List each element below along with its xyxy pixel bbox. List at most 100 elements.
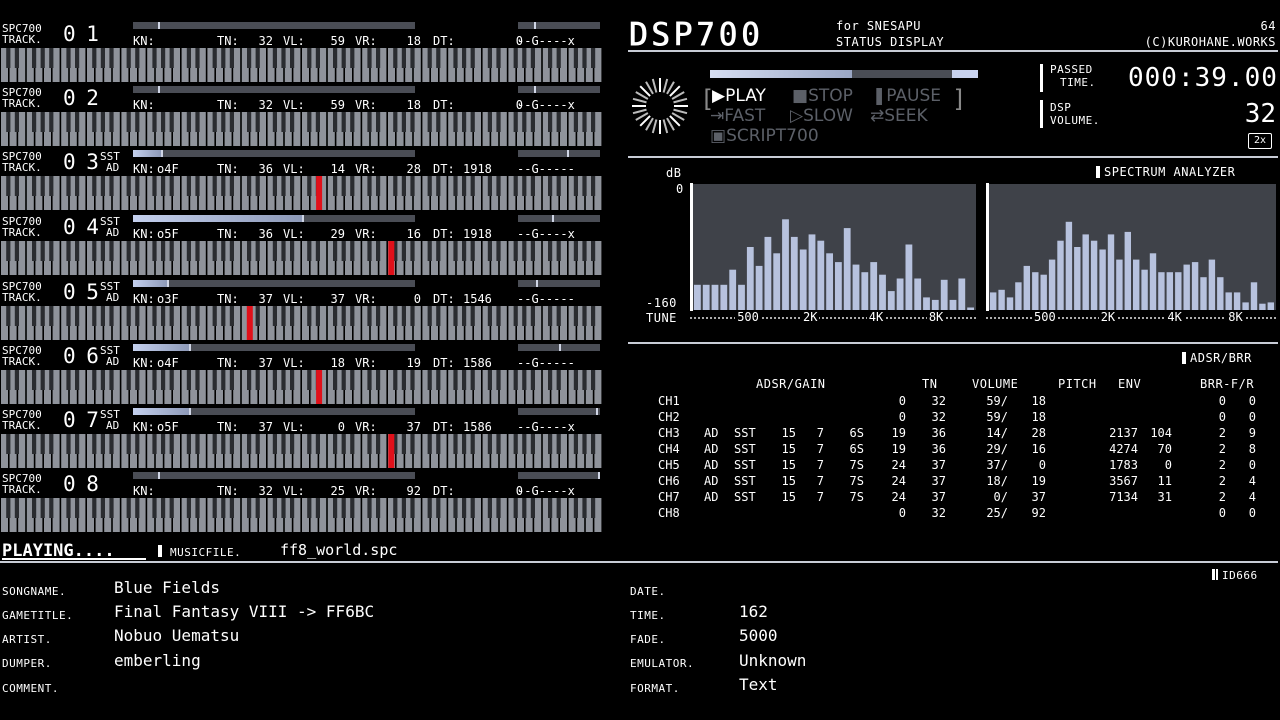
track-label: SPC700 TRACK.	[2, 23, 42, 45]
slow-button[interactable]: ▷SLOW	[790, 107, 853, 125]
black-key	[221, 176, 226, 196]
track-number[interactable]: 0 6	[63, 346, 99, 367]
black-key	[530, 176, 535, 196]
track-piano-keys	[0, 112, 602, 148]
track-number[interactable]: 0 3	[63, 152, 99, 173]
track-ad-label: AD	[106, 226, 120, 239]
track-vr-value: 19	[406, 356, 421, 370]
adsr-cell-r: 0	[1248, 458, 1256, 472]
fast-button[interactable]: ⇥FAST	[710, 107, 765, 125]
adsr-cell-sst: SST	[734, 442, 756, 456]
track-params: KN: o5F TN: 37 VL: 0 VR: 37 DT: 1586 --G----x	[133, 420, 602, 434]
track-kn-label: KN:	[133, 227, 155, 241]
seek-button[interactable]: ⇄SEEK	[870, 107, 928, 125]
spectrum-bar	[1259, 303, 1266, 310]
white-key	[379, 241, 387, 275]
time-label: TIME.	[1060, 76, 1096, 89]
stop-button[interactable]: ■STOP	[792, 87, 853, 105]
black-key	[161, 370, 166, 390]
track-number[interactable]: 0 8	[63, 474, 99, 495]
track-number[interactable]: 0 4	[63, 217, 99, 238]
track-pan-marker	[552, 215, 555, 222]
spectrum-bar	[1107, 234, 1115, 310]
track-level-bar	[133, 408, 415, 415]
track-kn-value: o4F	[157, 162, 179, 176]
script700-button[interactable]: ▣SCRIPT700	[710, 127, 819, 145]
black-key	[6, 306, 11, 326]
adsr-cell-d: 0	[898, 506, 906, 520]
black-key	[32, 112, 37, 132]
spectrum-bar	[799, 249, 807, 310]
black-key	[32, 48, 37, 68]
volume-multiplier-badge[interactable]: 2x	[1248, 133, 1272, 149]
black-key	[496, 370, 501, 390]
black-key	[591, 48, 596, 68]
track-label: SPC700 TRACK.	[2, 281, 42, 303]
play-progress-bar[interactable]	[710, 70, 978, 78]
volume-marker	[1040, 100, 1043, 128]
black-key	[333, 498, 338, 518]
black-key	[591, 112, 596, 132]
white-key	[353, 112, 361, 146]
white-key	[138, 306, 146, 340]
spectrum-bar	[835, 262, 842, 310]
black-key	[401, 241, 406, 261]
black-key	[126, 370, 131, 390]
black-key	[341, 498, 346, 518]
black-key	[290, 370, 295, 390]
black-key	[307, 498, 312, 518]
black-key	[333, 176, 338, 196]
adsr-cell-d: 19	[891, 426, 906, 440]
black-key	[247, 112, 252, 132]
white-key	[259, 112, 266, 146]
track-number[interactable]: 0 2	[63, 88, 99, 109]
black-key	[135, 498, 140, 518]
pause-button[interactable]: ❚PAUSE	[872, 87, 941, 105]
adsr-cell-r: 8	[1248, 442, 1256, 456]
black-key	[470, 498, 475, 518]
track-pan-bar	[518, 150, 600, 157]
black-key	[75, 306, 80, 326]
track-dt-value: 1918	[463, 227, 492, 241]
black-key	[582, 48, 587, 68]
black-key	[376, 434, 381, 454]
white-key	[560, 176, 567, 210]
black-key	[307, 48, 312, 68]
track-kn-value: o5F	[157, 227, 179, 241]
track-number[interactable]: 0 7	[63, 410, 99, 431]
white-key	[499, 176, 507, 210]
black-key	[14, 434, 19, 454]
track-sst-label	[100, 87, 106, 98]
play-button[interactable]: ▶PLAY	[712, 87, 766, 105]
track-label: SPC700 TRACK.	[2, 87, 42, 109]
adsr-cell-ch: CH2	[658, 410, 680, 424]
white-key	[413, 306, 421, 340]
white-key	[319, 306, 327, 340]
white-key	[198, 498, 206, 532]
white-key	[112, 498, 120, 532]
track-level-bar	[133, 472, 415, 479]
adsr-row: CH8 0 32 25/92 0 0	[658, 505, 1278, 521]
black-key	[401, 434, 406, 454]
black-key	[152, 370, 157, 390]
track-number[interactable]: 0 5	[63, 282, 99, 303]
spinner-ray	[673, 97, 688, 104]
slow-icon: ▷	[790, 106, 804, 126]
track-pan-bar	[518, 280, 600, 287]
spectrum-bar	[1057, 240, 1064, 310]
black-key	[530, 370, 535, 390]
black-key	[40, 112, 45, 132]
adsr-cell-r: 9	[1248, 426, 1256, 440]
adsr-cell-f: 0	[1218, 506, 1226, 520]
spectrum-bar	[949, 299, 957, 310]
adsr-cell-tn: 32	[931, 394, 946, 408]
adsr-cell-vol: 18/	[986, 474, 1008, 488]
white-key	[413, 434, 421, 468]
track-dt-label: DT:	[433, 292, 455, 306]
spectrum-left-ticks: 500 2K 4K 8K	[690, 310, 976, 325]
black-key	[40, 498, 45, 518]
spectrum-bar	[843, 228, 851, 310]
spectrum-db-bottom: -160	[646, 296, 677, 310]
white-key	[78, 370, 86, 404]
track-number[interactable]: 0 1	[63, 24, 99, 45]
